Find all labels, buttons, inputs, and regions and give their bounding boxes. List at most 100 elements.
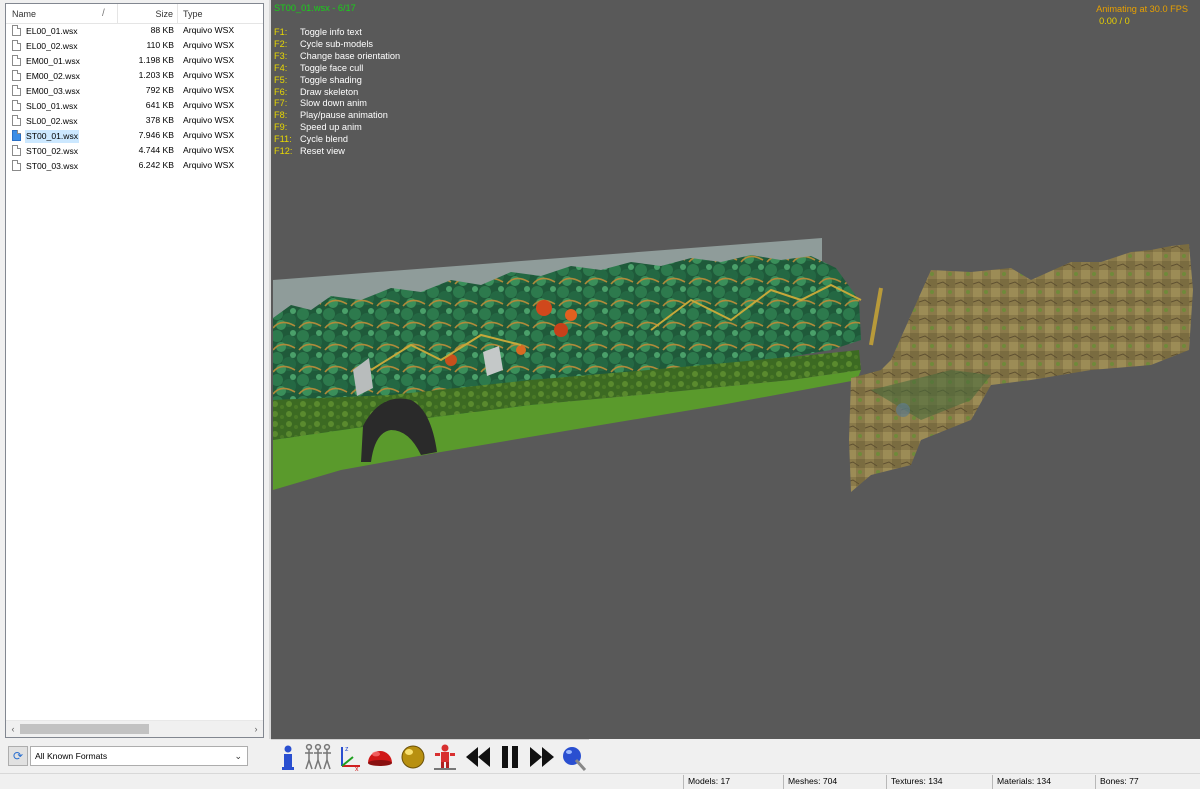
format-filter-bar: ⟳ All Known Formats ⌄ [8,746,248,767]
fast-forward-icon [530,747,554,767]
scroll-right-icon[interactable]: › [250,723,262,735]
file-type: Arquivo WSX [183,130,235,140]
shortcut-key: F11: [274,134,292,145]
file-type: Arquivo WSX [183,70,235,80]
file-row[interactable]: EM00_01.wsx 1.198 KB Arquivo WSX [6,53,263,68]
red-figure-icon [434,744,456,770]
file-size: 110 KB [146,40,174,50]
file-row[interactable]: SL00_02.wsx 378 KB Arquivo WSX [6,113,263,128]
pause-button[interactable] [495,742,525,772]
file-row-selected[interactable]: ST00_01.wsx 7.946 KB Arquivo WSX [6,128,263,143]
status-textures: Textures: 134 [886,775,992,789]
skeleton-figures-icon [305,743,331,770]
status-bar: Models: 17 Meshes: 704 Textures: 134 Mat… [0,773,1200,789]
file-row[interactable]: EM00_03.wsx 792 KB Arquivo WSX [6,83,263,98]
file-type: Arquivo WSX [183,100,235,110]
scrollbar-thumb[interactable] [20,724,149,734]
file-size: 641 KB [145,100,174,110]
shortcut-desc: Play/pause animation [300,110,388,121]
column-header-type[interactable]: Type [178,4,263,24]
shortcut-desc: Change base orientation [300,50,401,61]
file-name: ST00_02.wsx [26,146,79,156]
file-name: ST00_03.wsx [26,161,79,171]
column-header-name[interactable]: Name / [6,4,118,24]
view-globe-button[interactable] [559,742,589,772]
sort-indicator-icon: / [102,8,105,19]
file-row[interactable]: SL00_01.wsx 641 KB Arquivo WSX [6,98,263,113]
file-type: Arquivo WSX [183,115,235,125]
file-row[interactable]: ST00_02.wsx 4.744 KB Arquivo WSX [6,143,263,158]
shading-dome-button[interactable] [365,742,395,772]
shortcut-key: F12: [274,146,293,157]
file-size: 378 KB [145,115,174,125]
3d-viewport[interactable]: ST00_01.wsx - 6/17 Animating at 30.0 FPS… [269,0,1200,739]
file-icon [12,70,21,81]
gold-sphere-icon [401,745,425,769]
status-models: Models: 17 [683,775,783,789]
file-row[interactable]: EL00_01.wsx 88 KB Arquivo WSX [6,23,263,38]
file-name: EM00_02.wsx [26,71,80,81]
shortcut-key: F3: [274,50,288,61]
format-filter-select[interactable]: All Known Formats ⌄ [30,746,248,766]
shortcut-item: F5: Toggle shading [274,75,400,87]
file-size: 4.744 KB [138,145,174,155]
shortcut-item: F3: Change base orientation [274,51,400,63]
file-rows: EL00_01.wsx 88 KB Arquivo WSX EL00_02.wsx 1… [6,23,263,173]
shortcut-desc: Cycle blend [300,134,349,145]
file-icon [12,40,21,51]
file-type: Arquivo WSX [183,55,235,65]
file-type: Arquivo WSX [183,25,235,35]
file-name: SL00_01.wsx [26,101,78,111]
file-name: EL00_02.wsx [26,41,78,51]
shortcut-item: F1: Toggle info text [274,27,400,39]
shortcut-desc: Draw skeleton [300,86,359,97]
figure-button[interactable] [430,742,460,772]
file-size: 88 KB [150,25,174,35]
shortcut-key: F2: [274,38,288,49]
file-type: Arquivo WSX [183,145,235,155]
file-icon [12,115,21,126]
refresh-button[interactable]: ⟳ [8,746,28,766]
pause-icon [502,746,518,768]
frame-counter: 0.00 / 0 [1099,16,1130,26]
viewer-toolbar: z x [271,739,589,773]
file-name: EM00_01.wsx [26,56,80,66]
status-meshes: Meshes: 704 [783,775,886,789]
shortcut-item: F12: Reset view [274,146,400,158]
info-button[interactable] [273,742,303,772]
file-type: Arquivo WSX [183,40,235,50]
file-row[interactable]: EL00_02.wsx 110 KB Arquivo WSX [6,38,263,53]
axes-button[interactable]: z x [333,742,363,773]
shortcut-item: F11: Cycle blend [274,134,400,146]
skeleton-toggle-button[interactable] [303,742,333,772]
refresh-icon: ⟳ [12,749,24,763]
axes-icon: z x [341,746,360,773]
file-icon [12,55,21,66]
info-icon [282,745,294,770]
shortcut-item: F8: Play/pause animation [274,110,400,122]
rewind-icon [466,747,490,767]
file-type: Arquivo WSX [183,85,235,95]
scroll-left-icon[interactable]: ‹ [7,723,19,735]
rewind-button[interactable] [463,742,493,772]
file-row[interactable]: ST00_03.wsx 6.242 KB Arquivo WSX [6,158,263,173]
file-size: 7.946 KB [138,130,174,140]
column-name-label: Name [12,9,37,19]
file-list[interactable]: Name / Size Type EL00_01.wsx 88 KB Arquivo… [5,3,264,738]
column-header-size[interactable]: Size [118,4,178,24]
horizontal-scrollbar[interactable]: ‹ › [6,720,263,737]
shortcut-key: F7: [274,98,288,109]
shortcut-desc: Reset view [300,146,345,157]
shortcut-key: F9: [274,122,288,133]
shortcut-desc: Slow down anim [300,98,367,109]
file-row[interactable]: EM00_02.wsx 1.203 KB Arquivo WSX [6,68,263,83]
file-size: 1.198 KB [138,55,174,65]
status-materials: Materials: 134 [992,775,1095,789]
fast-forward-button[interactable] [527,742,557,772]
animation-status: Animating at 30.0 FPS 0.00 / 0 [1096,3,1188,27]
file-name: ST00_01.wsx [25,130,80,143]
file-name: SL00_02.wsx [26,116,78,126]
file-icon [12,25,21,36]
file-type: Arquivo WSX [183,160,235,170]
material-sphere-button[interactable] [398,742,428,772]
